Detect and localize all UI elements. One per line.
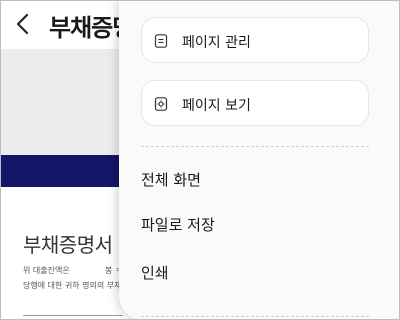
menu-divider xyxy=(141,316,369,317)
document-text-line: 위 대출잔액은 xyxy=(23,266,70,275)
page-manage-button[interactable]: 페이지 관리 xyxy=(141,17,369,63)
document-title: 부채증명서 xyxy=(23,233,113,257)
screen: 부채증명서 부채증명서 위 대출잔액은 봉 ㅋ 당행에 대한 귀하 명의의 부채… xyxy=(0,0,400,320)
chevron-left-icon[interactable] xyxy=(15,13,31,35)
document-rule xyxy=(23,315,123,316)
menu-item-print[interactable]: 인쇄 xyxy=(141,258,369,288)
page-view-button[interactable]: 페이지 보기 xyxy=(141,80,369,126)
document-text-line: 당행에 대한 귀하 명의의 부채 xyxy=(23,281,122,290)
menu-item-fullscreen[interactable]: 전체 화면 xyxy=(141,165,369,195)
menu-divider xyxy=(141,146,369,147)
page-view-label: 페이지 보기 xyxy=(182,98,251,114)
page-view-icon xyxy=(154,97,168,111)
page-manage-icon xyxy=(154,34,168,48)
page-manage-label: 페이지 관리 xyxy=(182,35,251,51)
options-menu: 페이지 관리 페이지 보기 전체 화면 파일로 저장 인쇄 xyxy=(119,1,399,319)
menu-item-save-file[interactable]: 파일로 저장 xyxy=(141,210,369,240)
